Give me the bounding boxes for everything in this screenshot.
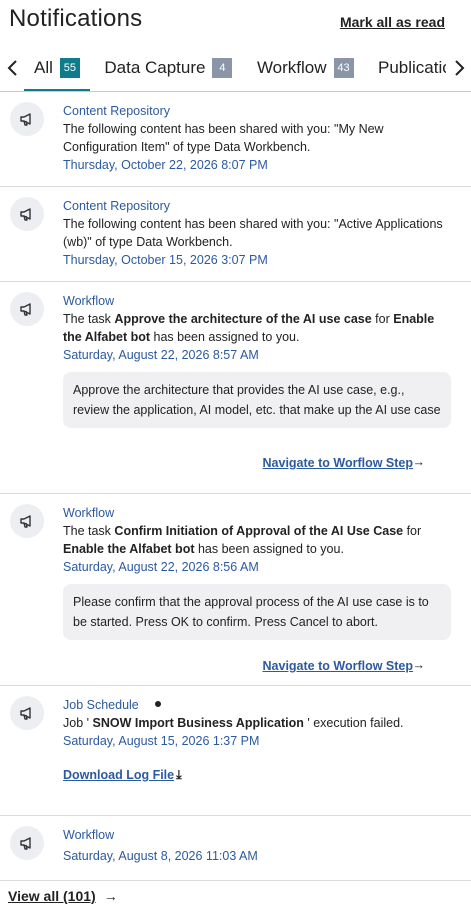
megaphone-icon <box>10 826 44 860</box>
task-name: Confirm Initiation of Approval of the AI… <box>114 524 404 538</box>
chevron-right-icon <box>455 60 465 76</box>
notification-date: Saturday, August 22, 2026 8:57 AM <box>63 348 259 362</box>
tab-workflow[interactable]: Workflow 43 <box>247 46 364 90</box>
notification-message: The task Confirm Initiation of Approval … <box>63 524 422 556</box>
notification-item[interactable]: Workflow Saturday, August 8, 2026 11:03 … <box>0 816 471 881</box>
notification-date: Thursday, October 22, 2026 8:07 PM <box>63 158 268 172</box>
download-icon: ⤓ <box>176 768 182 782</box>
notification-list: Content Repository The following content… <box>0 92 471 881</box>
notification-date: Saturday, August 15, 2026 1:37 PM <box>63 734 260 748</box>
job-name: SNOW Import Business Application <box>92 716 304 730</box>
tabs-scroll-right-button[interactable] <box>449 56 469 80</box>
notification-source: Content Repository <box>63 199 171 213</box>
arrow-right-icon: → <box>412 658 426 672</box>
chevron-left-icon <box>7 60 17 76</box>
notification-content: Workflow Saturday, August 8, 2026 11:03 … <box>63 826 451 865</box>
tabs-scroll-left-button[interactable] <box>3 56 23 80</box>
notification-source: Workflow <box>63 828 115 842</box>
notification-content: Content Repository The following content… <box>63 197 451 269</box>
tab-label: Publicatio <box>377 58 446 77</box>
tab-strip: All 55 Data Capture 4 Workflow 43 Public… <box>24 46 446 92</box>
arrow-right-icon: → <box>412 455 426 469</box>
notification-message: The task Approve the architecture of the… <box>63 312 435 344</box>
notification-content: Workflow The task Confirm Initiation of … <box>63 504 451 640</box>
notification-item[interactable]: Content Repository The following content… <box>0 92 471 187</box>
notification-detail: Approve the architecture that provides t… <box>63 372 451 428</box>
notification-date: Saturday, August 8, 2026 11:03 AM <box>63 849 258 863</box>
megaphone-icon <box>10 696 44 730</box>
tab-label: Data Capture <box>104 58 206 77</box>
navigate-workflow-step-link[interactable]: Navigate to Worflow Step <box>263 659 413 673</box>
megaphone-icon <box>10 102 44 136</box>
megaphone-icon <box>10 197 44 231</box>
notification-message: The following content has been shared wi… <box>63 122 384 154</box>
tab-label: Workflow <box>256 58 327 77</box>
tab-count-badge: 4 <box>212 58 233 78</box>
arrow-right-icon: → <box>103 888 118 904</box>
notification-date: Saturday, August 22, 2026 8:56 AM <box>63 560 259 574</box>
notification-item[interactable]: Workflow The task Confirm Initiation of … <box>0 494 471 686</box>
notification-item[interactable]: Job Schedule Job ' SNOW Import Business … <box>0 686 471 816</box>
object-name: Enable the Alfabet bot <box>63 542 195 556</box>
notification-date: Thursday, October 15, 2026 3:07 PM <box>63 253 268 267</box>
mark-all-read-button[interactable]: Mark all as read <box>340 14 445 30</box>
tab-data-capture[interactable]: Data Capture 4 <box>94 46 242 90</box>
view-all-link[interactable]: View all (101) → <box>8 888 118 904</box>
notification-source: Workflow <box>63 294 115 308</box>
notification-detail: Please confirm that the approval process… <box>63 584 451 640</box>
notification-message: The following content has been shared wi… <box>63 217 443 249</box>
notification-tabs: All 55 Data Capture 4 Workflow 43 Public… <box>0 46 471 92</box>
tab-all[interactable]: All 55 <box>24 46 90 91</box>
download-log-file-link[interactable]: Download Log File ⤓ <box>63 768 182 783</box>
notifications-header: Notifications Mark all as read <box>0 0 471 40</box>
tab-count-badge: 55 <box>59 58 80 78</box>
tab-publication[interactable]: Publicatio <box>368 46 446 90</box>
tab-count-badge: 43 <box>333 58 354 78</box>
tab-label: All <box>34 58 53 77</box>
megaphone-icon <box>10 292 44 326</box>
megaphone-icon <box>10 504 44 538</box>
task-name: Approve the architecture of the AI use c… <box>114 312 372 326</box>
notification-message: Job ' SNOW Import Business Application '… <box>63 716 404 730</box>
notification-item[interactable]: Workflow The task Approve the architectu… <box>0 282 471 494</box>
notification-content: Content Repository The following content… <box>63 102 451 174</box>
notification-content: Job Schedule Job ' SNOW Import Business … <box>63 696 451 784</box>
notification-source: Content Repository <box>63 104 171 118</box>
navigate-workflow-step-link[interactable]: Navigate to Worflow Step <box>263 456 413 470</box>
unread-dot-icon <box>154 701 161 707</box>
notification-item[interactable]: Content Repository The following content… <box>0 187 471 282</box>
notification-source: Job Schedule <box>63 696 451 714</box>
notification-content: Workflow The task Approve the architectu… <box>63 292 451 428</box>
notification-source: Workflow <box>63 506 115 520</box>
page-title: Notifications <box>9 5 143 32</box>
